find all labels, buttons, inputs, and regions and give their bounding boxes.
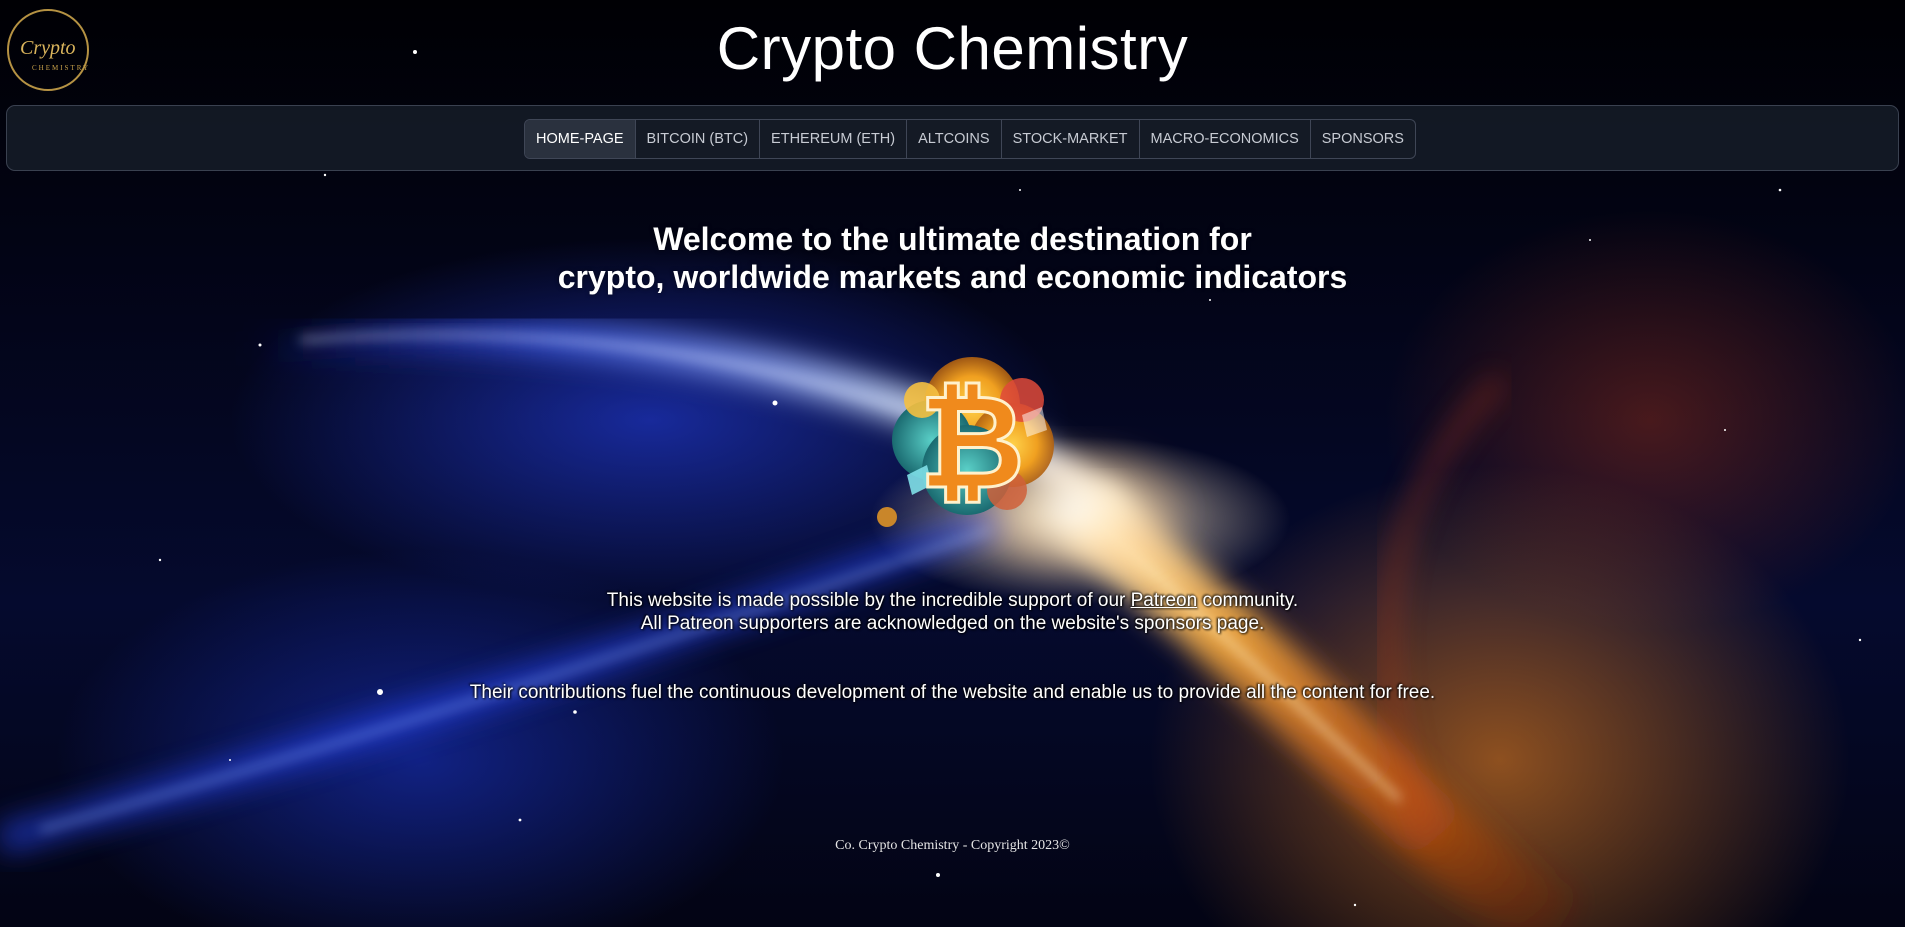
bitcoin-symbol: ₿ [919,366,1025,518]
support-line-1: This website is made possible by the inc… [0,589,1905,612]
support-text-before: This website is made possible by the inc… [606,590,1131,611]
bitcoin-artwork: ₿ [877,357,1054,527]
nav-item-sponsors[interactable]: SPONSORS [1311,120,1415,158]
site-title: Crypto Chemistry [716,15,1189,82]
contributions-text: Their contributions fuel the continuous … [469,682,1436,703]
nav-button-group: HOME-PAGE BITCOIN (BTC) ETHEREUM (ETH) A… [524,119,1416,159]
welcome-heading: Welcome to the ultimate destination for … [0,220,1905,296]
welcome-line-2: crypto, worldwide markets and economic i… [557,259,1348,295]
support-line-2: All Patreon supporters are acknowledged … [640,613,1265,634]
nav-item-altcoins[interactable]: ALTCOINS [907,120,1002,158]
welcome-line-1: Welcome to the ultimate destination for [653,221,1252,257]
nav-item-home-page[interactable]: HOME-PAGE [525,120,636,158]
page-background: Crypto CHEMISTRY Crypto Chemistry HOME-P… [0,0,1905,927]
patreon-link[interactable]: Patreon [1131,590,1198,611]
support-text-after: community. [1197,590,1299,611]
nav-item-macro-economics[interactable]: MACRO-ECONOMICS [1140,120,1311,158]
support-text: This website is made possible by the inc… [0,589,1905,635]
footer-copyright: Co. Crypto Chemistry - Copyright 2023© [835,838,1070,853]
nav-item-ethereum[interactable]: ETHEREUM (ETH) [760,120,908,158]
nav-item-bitcoin[interactable]: BITCOIN (BTC) [636,120,761,158]
nav-item-stock-market[interactable]: STOCK-MARKET [1002,120,1140,158]
main-navbar: HOME-PAGE BITCOIN (BTC) ETHEREUM (ETH) A… [6,105,1899,171]
